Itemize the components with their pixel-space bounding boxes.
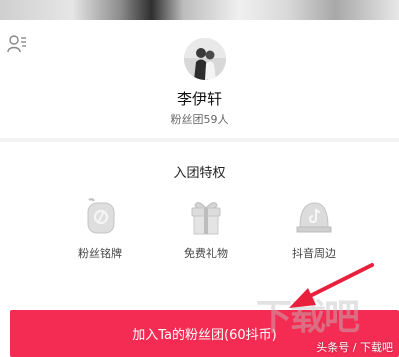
privilege-label: 粉丝铭牌 [78,247,122,260]
avatar[interactable] [184,38,226,80]
header-photo-banner [0,0,399,20]
privilege-label: 抖音周边 [292,247,336,260]
fan-count: 粉丝团59人 [170,113,229,126]
privilege-item-gift[interactable]: 免费礼物 [166,197,246,261]
watermark-logo: 下载吧 [256,297,360,338]
privilege-label: 免费礼物 [184,247,228,260]
privilege-item-merch[interactable]: 抖音周边 [274,197,354,261]
profile-name: 李伊轩 [176,90,222,108]
douyin-cap-icon [296,202,332,233]
gift-icon [191,202,221,235]
privileges-title: 入团特权 [173,166,226,181]
watermark-text: 头条号 / 下载吧 [316,341,393,354]
fan-list-icon[interactable] [7,35,27,53]
privilege-item-name-tag[interactable]: 粉丝铭牌 [60,197,140,261]
name-tag-icon [87,198,115,234]
section-divider [0,138,399,142]
